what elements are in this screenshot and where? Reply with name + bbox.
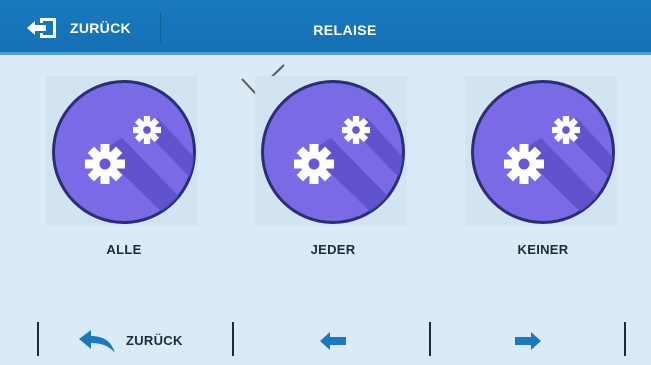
- gears-icon: [469, 78, 617, 226]
- header-bar: ZURÜCK RELAISE: [0, 0, 651, 55]
- exit-icon: [27, 18, 56, 38]
- arrow-left-icon: [320, 332, 346, 350]
- header-back-button[interactable]: ZURÜCK: [0, 0, 160, 55]
- arrow-right-icon: [515, 332, 541, 350]
- gears-icon: [259, 78, 407, 226]
- header-back-label: ZURÜCK: [70, 20, 131, 36]
- footer-back-label: ZURÜCK: [126, 333, 183, 348]
- page-title: RELAISE: [313, 22, 377, 38]
- screen: ZURÜCK RELAISE ALLE JEDER KEINER ZURÜCK: [0, 0, 651, 365]
- gears-icon: [50, 78, 198, 226]
- option-jeder[interactable]: JEDER: [233, 62, 433, 312]
- footer-back-button[interactable]: ZURÜCK: [40, 310, 233, 365]
- next-button[interactable]: [432, 310, 626, 365]
- option-keiner[interactable]: KEINER: [443, 62, 643, 312]
- footer-divider: [37, 322, 39, 356]
- header-divider: [160, 12, 161, 43]
- option-label: JEDER: [310, 242, 356, 257]
- undo-arrow-icon: [79, 330, 115, 353]
- previous-button[interactable]: [235, 310, 430, 365]
- option-alle[interactable]: ALLE: [24, 62, 224, 312]
- option-label: KEINER: [517, 242, 569, 257]
- option-label: ALLE: [106, 242, 142, 257]
- footer-bar: ZURÜCK: [0, 310, 651, 365]
